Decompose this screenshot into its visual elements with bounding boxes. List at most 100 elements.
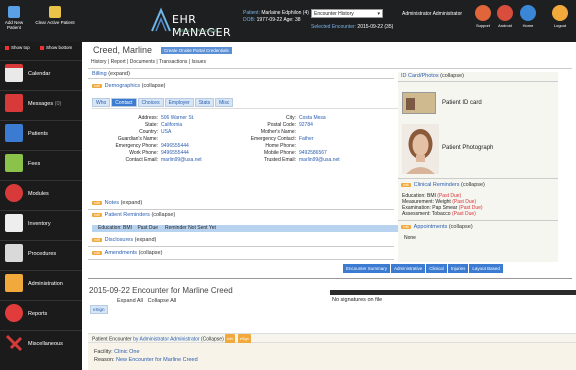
id-card-image[interactable] xyxy=(402,92,436,114)
patient-photograph-image[interactable] xyxy=(402,124,439,174)
android-label: Android xyxy=(498,23,512,28)
disclosures-label[interactable]: Disclosures xyxy=(105,237,133,243)
appointments-edit-button[interactable]: edit xyxy=(401,224,411,229)
expand-all-link[interactable]: Expand All xyxy=(117,298,143,304)
expand-collapse-links: Expand All Collapse All xyxy=(117,298,176,304)
sidebar-item-messages[interactable]: Messages (0) xyxy=(0,90,82,116)
show-bottom-toggle[interactable]: Show bottom xyxy=(40,45,72,50)
postal-code-label: Postal Code: xyxy=(267,122,296,128)
encounter-summary-button[interactable]: Encounter Summary xyxy=(343,264,391,273)
amendments-label[interactable]: Amendments xyxy=(105,250,137,256)
divider xyxy=(88,246,394,247)
history-links[interactable]: History | Report | Documents | Transacti… xyxy=(91,59,206,65)
amendments-state[interactable]: (collapse) xyxy=(139,250,163,256)
encounter-history-select[interactable]: Encounter History xyxy=(311,9,383,19)
administrative-button[interactable]: Administrative xyxy=(391,264,426,273)
collapse-all-link[interactable]: Collapse All xyxy=(148,298,177,304)
divider xyxy=(88,68,572,69)
esign-button[interactable]: eSign xyxy=(90,305,108,314)
modules-icon xyxy=(5,184,23,202)
tab-contact[interactable]: Contact xyxy=(111,98,137,107)
amendments-edit-button[interactable]: edit xyxy=(92,250,102,255)
mobile-phone-value: 9492586567 xyxy=(299,150,327,156)
emergency-phone-value: 9496555444 xyxy=(161,143,189,149)
reports-icon xyxy=(5,304,23,322)
admin-name[interactable]: Administrator Administrator xyxy=(402,11,462,17)
trusted-email-label: Trusted Email: xyxy=(263,157,296,163)
patient-name[interactable]: Marlaine Edphilon (4) xyxy=(261,10,309,16)
sidebar-item-calendar[interactable]: Calendar xyxy=(0,60,82,86)
procedures-icon xyxy=(5,244,23,262)
patient-reminders-state[interactable]: (collapse) xyxy=(151,212,175,218)
show-top-toggle[interactable]: Show top xyxy=(5,45,30,50)
contact-email-value[interactable]: marlin99@usa.net xyxy=(161,157,202,163)
sidebar-item-administration[interactable]: Administration xyxy=(0,270,82,296)
contact-email-label: Contact Email: xyxy=(125,157,158,163)
appointments-label[interactable]: Appointments xyxy=(414,224,448,230)
sidebar-item-procedures[interactable]: Procedures xyxy=(0,240,82,266)
injuries-button[interactable]: Injuries xyxy=(447,264,469,273)
selected-encounter-value[interactable]: 2015-09-22 (35) xyxy=(357,24,393,30)
clear-active-patient-label: Clear Active Patient xyxy=(35,20,75,25)
trusted-email-value[interactable]: marlin99@usa.net xyxy=(299,157,340,163)
mail-icon xyxy=(5,94,23,112)
patient-photograph-label: Patient Photograph xyxy=(442,145,494,151)
add-new-patient-button[interactable]: Add New Patient xyxy=(4,6,24,30)
billing-section[interactable]: Billing (expand) xyxy=(92,71,130,77)
id-card-photos-state[interactable]: (collapse) xyxy=(440,73,464,79)
address-value: 506 Warner St. xyxy=(161,115,195,121)
notes-edit-button[interactable]: edit xyxy=(92,200,102,205)
sidebar-item-modules[interactable]: Modules xyxy=(0,180,82,206)
sidebar-item-patients[interactable]: Patients xyxy=(0,120,82,146)
clinical-reminders-label[interactable]: Clinical Reminders xyxy=(414,182,460,188)
demographics-state[interactable]: (collapse) xyxy=(142,83,166,89)
reminder-row: Education: BMI Past Due Reminder Not Sen… xyxy=(92,225,398,232)
sidebar: Show top Show bottom Calendar Messages (… xyxy=(0,42,82,370)
sidebar-item-reports[interactable]: Reports xyxy=(0,300,82,326)
patient-reminders-label[interactable]: Patient Reminders xyxy=(105,212,150,218)
tab-misc[interactable]: Misc xyxy=(215,98,234,107)
billing-state[interactable]: (expand) xyxy=(108,71,130,77)
notes-label[interactable]: Notes xyxy=(105,200,119,206)
sidebar-item-fees[interactable]: Fees xyxy=(0,150,82,176)
id-card-photos-label[interactable]: ID Card/Photos xyxy=(401,73,439,79)
clinical-reminders-edit-button[interactable]: edit xyxy=(401,182,411,187)
patient-id-card-label: Patient ID card xyxy=(442,100,482,106)
home-button[interactable]: Home xyxy=(518,5,538,28)
tab-employer[interactable]: Employer xyxy=(164,98,194,107)
sidebar-item-label: Reports xyxy=(28,311,48,317)
logout-button[interactable]: Logout xyxy=(550,5,570,28)
demographics-label[interactable]: Demographics xyxy=(105,83,140,89)
clinical-reminders-state[interactable]: (collapse) xyxy=(461,182,485,188)
sidebar-item-label: Messages (0) xyxy=(28,101,61,107)
layout-based-button[interactable]: Layout Based xyxy=(469,264,503,273)
divider xyxy=(88,78,394,79)
notes-state[interactable]: (expand) xyxy=(121,200,143,206)
android-button[interactable]: Android xyxy=(495,5,515,28)
clinical-button[interactable]: Clinical xyxy=(426,264,447,273)
state-label: State: xyxy=(144,122,158,128)
country-value: USA xyxy=(161,129,172,135)
clear-active-patient-button[interactable]: Clear Active Patient xyxy=(34,6,76,25)
app-logo[interactable]: EHR MANAGER MEDICAL PRACTICE xyxy=(150,4,240,39)
admin-icon xyxy=(5,274,23,292)
dob-label: DOB: xyxy=(243,17,256,23)
patient-encounter-toggle[interactable]: (Collapse) xyxy=(201,336,224,342)
notes-section: edit Notes (expand) xyxy=(92,200,142,206)
tab-choices[interactable]: Choices xyxy=(137,98,164,107)
right-panel: ID Card/Photos (collapse) Patient ID car… xyxy=(398,72,558,262)
add-new-patient-label: Add New Patient xyxy=(4,20,24,30)
support-button[interactable]: Support xyxy=(473,5,493,28)
create-portal-credentials-button[interactable]: Create Onsite Portal Credentials xyxy=(161,47,232,54)
appointments-state[interactable]: (collapse) xyxy=(449,224,473,230)
billing-label[interactable]: Billing xyxy=(92,71,107,77)
reminders-edit-button[interactable]: edit xyxy=(92,212,102,217)
patient-encounter-body: Facility: Clinic One Reason: New Encount… xyxy=(88,343,576,370)
sidebar-item-miscellaneous[interactable]: Miscellaneous xyxy=(0,330,82,356)
disclosures-state[interactable]: (expand) xyxy=(135,237,157,243)
demographics-edit-button[interactable]: edit xyxy=(92,83,102,88)
tab-stats[interactable]: Stats xyxy=(194,98,215,107)
disclosures-edit-button[interactable]: edit xyxy=(92,237,102,242)
tab-who[interactable]: Who xyxy=(92,98,111,107)
sidebar-item-inventory[interactable]: Inventory xyxy=(0,210,82,236)
